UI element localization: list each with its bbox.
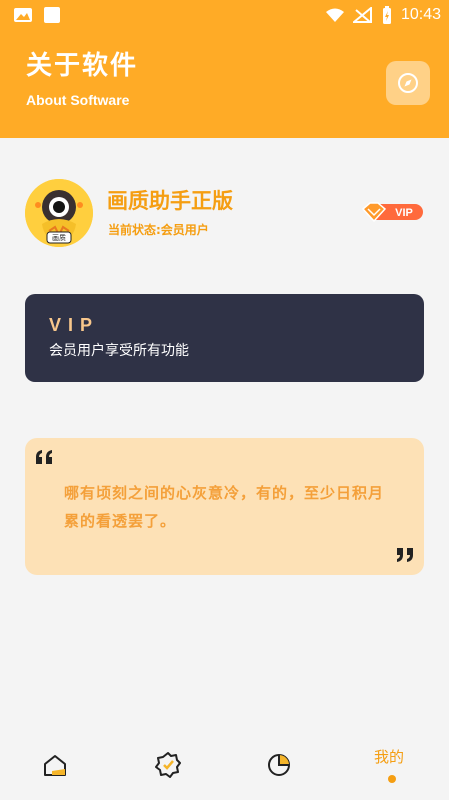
nav-mine-label: 我的 bbox=[374, 748, 405, 766]
image-icon bbox=[13, 7, 33, 23]
home-icon bbox=[42, 752, 68, 778]
status-bar: 10:43 bbox=[0, 0, 449, 30]
status-left bbox=[13, 6, 61, 24]
nav-home[interactable] bbox=[20, 730, 90, 800]
badge-check-icon bbox=[154, 751, 182, 779]
vip-badge: VIP bbox=[360, 201, 424, 223]
square-icon bbox=[43, 6, 61, 24]
quote-close-icon bbox=[393, 546, 415, 564]
battery-charging-icon bbox=[381, 5, 393, 25]
about-screen: 10:43 关于软件 About Software 画质 画质助手正版 当前状态… bbox=[0, 0, 449, 800]
avatar-label: 画质 bbox=[52, 233, 66, 242]
header: 10:43 关于软件 About Software bbox=[0, 0, 449, 138]
bottom-navigation: 我的 bbox=[0, 730, 449, 800]
signal-off-icon bbox=[352, 7, 373, 23]
nav-verified[interactable] bbox=[133, 730, 203, 800]
active-indicator bbox=[388, 775, 396, 783]
compass-icon bbox=[396, 71, 420, 95]
wifi-icon bbox=[325, 7, 345, 23]
compass-button[interactable] bbox=[386, 61, 430, 105]
vip-card-description: 会员用户享受所有功能 bbox=[49, 343, 189, 359]
nav-chart[interactable] bbox=[244, 730, 314, 800]
vip-badge-text: VIP bbox=[395, 207, 413, 219]
page-subtitle: About Software bbox=[26, 92, 130, 108]
quote-text: 哪有顷刻之间的心灰意冷，有的，至少日积月累的看透罢了。 bbox=[64, 484, 385, 530]
vip-card[interactable]: VIP 会员用户享受所有功能 bbox=[25, 294, 424, 382]
vip-card-title: VIP bbox=[49, 315, 100, 335]
app-name: 画质助手正版 bbox=[107, 189, 233, 213]
avatar: 画质 bbox=[25, 179, 93, 247]
page-title: 关于软件 bbox=[26, 51, 139, 81]
pie-chart-icon bbox=[265, 751, 293, 779]
status-right: 10:43 bbox=[325, 5, 441, 25]
quote-card: 哪有顷刻之间的心灰意冷，有的，至少日积月累的看透罢了。 bbox=[25, 438, 424, 575]
quote-open-icon bbox=[34, 448, 56, 466]
status-time: 10:43 bbox=[400, 6, 441, 23]
nav-mine[interactable]: 我的 bbox=[357, 730, 427, 800]
member-status: 当前状态:会员用户 bbox=[108, 223, 209, 237]
